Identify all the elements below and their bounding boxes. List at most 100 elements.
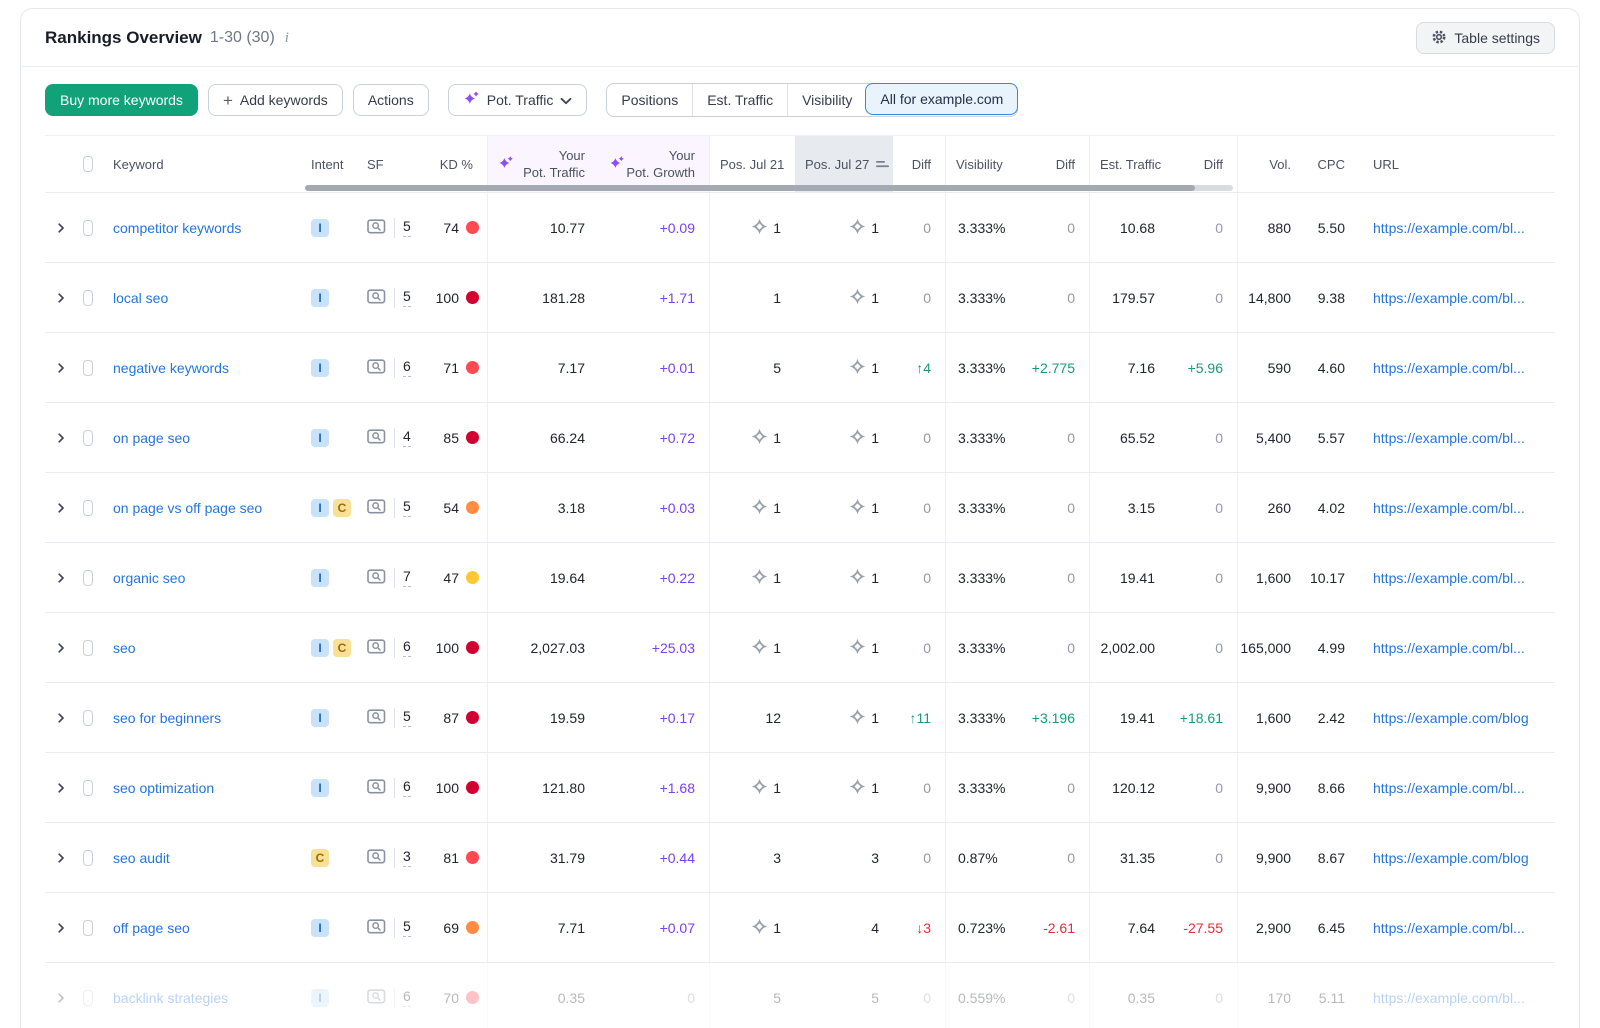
info-icon[interactable]: i — [285, 30, 289, 47]
keyword-link[interactable]: seo — [113, 640, 136, 656]
row-checkbox[interactable] — [83, 780, 93, 796]
sf-count[interactable]: 4 — [403, 428, 411, 447]
serp-feature-icon — [751, 498, 768, 518]
url-link[interactable]: https://example.com/bl... — [1373, 570, 1525, 586]
tab-all-for-domain[interactable]: All for example.com — [865, 83, 1018, 115]
col-pos-diff[interactable]: Diff — [893, 136, 945, 192]
col-cpc[interactable]: CPC — [1305, 136, 1359, 192]
visibility-diff-value: 0 — [1067, 430, 1075, 446]
row-expander[interactable] — [55, 642, 67, 654]
col-visibility-diff[interactable]: Diff — [1025, 136, 1089, 192]
url-link[interactable]: https://example.com/blog — [1373, 850, 1529, 866]
keyword-link[interactable]: on page seo — [113, 430, 190, 446]
row-checkbox[interactable] — [83, 640, 93, 656]
sf-count[interactable]: 7 — [403, 568, 411, 587]
col-kd[interactable]: KD % — [421, 136, 487, 192]
col-est-traffic[interactable]: Est. Traffic — [1089, 136, 1169, 192]
row-checkbox[interactable] — [83, 500, 93, 516]
tab-est-traffic[interactable]: Est. Traffic — [692, 84, 787, 116]
tab-visibility[interactable]: Visibility — [787, 84, 866, 116]
row-checkbox[interactable] — [83, 220, 93, 236]
serp-features-icon — [367, 219, 386, 237]
row-checkbox[interactable] — [83, 570, 93, 586]
url-link[interactable]: https://example.com/bl... — [1373, 360, 1525, 376]
sf-count[interactable]: 6 — [403, 778, 411, 797]
row-expander[interactable] — [55, 362, 67, 374]
col-sf[interactable]: SF — [357, 136, 421, 192]
col-pos-jul27[interactable]: Pos. Jul 27 — [795, 136, 893, 192]
add-keywords-button[interactable]: + Add keywords — [208, 84, 343, 116]
keyword-link[interactable]: backlink strategies — [113, 990, 228, 1006]
row-expander[interactable] — [55, 222, 67, 234]
row-expander[interactable] — [55, 712, 67, 724]
table-row: on page vs off page seo IC 5 54 3.18 +0.… — [45, 473, 1555, 543]
sf-count[interactable]: 6 — [403, 988, 411, 1007]
row-expander[interactable] — [55, 922, 67, 934]
keyword-link[interactable]: seo optimization — [113, 780, 214, 796]
cpc-value: 4.99 — [1318, 640, 1345, 656]
row-checkbox[interactable] — [83, 710, 93, 726]
url-link[interactable]: https://example.com/bl... — [1373, 500, 1525, 516]
row-checkbox[interactable] — [83, 430, 93, 446]
pos-diff-value: 0 — [923, 990, 931, 1006]
sf-count[interactable]: 5 — [403, 498, 411, 517]
serp-feature-icon — [849, 288, 866, 308]
row-expander[interactable] — [55, 502, 67, 514]
actions-button[interactable]: Actions — [353, 84, 429, 116]
row-expander[interactable] — [55, 292, 67, 304]
row-expander[interactable] — [55, 782, 67, 794]
row-checkbox[interactable] — [83, 850, 93, 866]
col-intent[interactable]: Intent — [301, 136, 357, 192]
sf-count[interactable]: 3 — [403, 848, 411, 867]
horizontal-scrollbar[interactable] — [305, 185, 1233, 191]
col-est-traffic-diff[interactable]: Diff — [1169, 136, 1237, 192]
table-settings-button[interactable]: Table settings — [1416, 22, 1555, 54]
col-pos-jul21[interactable]: Pos. Jul 21 — [709, 136, 795, 192]
row-checkbox[interactable] — [83, 920, 93, 936]
col-visibility[interactable]: Visibility — [945, 136, 1025, 192]
url-link[interactable]: https://example.com/bl... — [1373, 920, 1525, 936]
buy-more-keywords-button[interactable]: Buy more keywords — [45, 84, 198, 116]
url-link[interactable]: https://example.com/blog — [1373, 710, 1529, 726]
keyword-link[interactable]: seo for beginners — [113, 710, 221, 726]
url-link[interactable]: https://example.com/bl... — [1373, 290, 1525, 306]
keyword-link[interactable]: organic seo — [113, 570, 185, 586]
pos-jul27-cell: 1 — [795, 683, 893, 752]
row-checkbox[interactable] — [83, 360, 93, 376]
url-link[interactable]: https://example.com/bl... — [1373, 640, 1525, 656]
pos-jul21-value: 1 — [773, 570, 781, 586]
keyword-link[interactable]: off page seo — [113, 920, 190, 936]
col-url[interactable]: URL — [1359, 136, 1555, 192]
row-expander[interactable] — [55, 852, 67, 864]
col-pot-growth[interactable]: YourPot. Growth — [599, 136, 709, 192]
horizontal-scrollbar-thumb[interactable] — [305, 185, 1195, 191]
select-all-checkbox[interactable] — [83, 156, 93, 172]
url-link[interactable]: https://example.com/bl... — [1373, 220, 1525, 236]
keyword-link[interactable]: local seo — [113, 290, 168, 306]
row-expander[interactable] — [55, 992, 67, 1004]
keyword-link[interactable]: on page vs off page seo — [113, 500, 262, 516]
url-link[interactable]: https://example.com/bl... — [1373, 990, 1525, 1006]
tab-positions[interactable]: Positions — [607, 84, 692, 116]
sf-count[interactable]: 5 — [403, 218, 411, 237]
url-link[interactable]: https://example.com/bl... — [1373, 780, 1525, 796]
keyword-link[interactable]: competitor keywords — [113, 220, 241, 236]
sf-count[interactable]: 5 — [403, 918, 411, 937]
col-volume[interactable]: Vol. — [1237, 136, 1305, 192]
sf-count[interactable]: 6 — [403, 638, 411, 657]
row-expander[interactable] — [55, 432, 67, 444]
row-expander[interactable] — [55, 572, 67, 584]
url-link[interactable]: https://example.com/bl... — [1373, 430, 1525, 446]
row-checkbox[interactable] — [83, 290, 93, 306]
keyword-link[interactable]: negative keywords — [113, 360, 229, 376]
sf-count[interactable]: 5 — [403, 708, 411, 727]
pos-jul27-cell: 5 — [795, 963, 893, 1028]
metric-dropdown[interactable]: Pot. Traffic — [448, 84, 588, 116]
row-checkbox[interactable] — [83, 990, 93, 1006]
kd-dot — [466, 291, 479, 304]
col-pot-traffic[interactable]: YourPot. Traffic — [487, 136, 599, 192]
sf-count[interactable]: 5 — [403, 288, 411, 307]
sf-count[interactable]: 6 — [403, 358, 411, 377]
col-keyword[interactable]: Keyword — [103, 136, 301, 192]
keyword-link[interactable]: seo audit — [113, 850, 170, 866]
